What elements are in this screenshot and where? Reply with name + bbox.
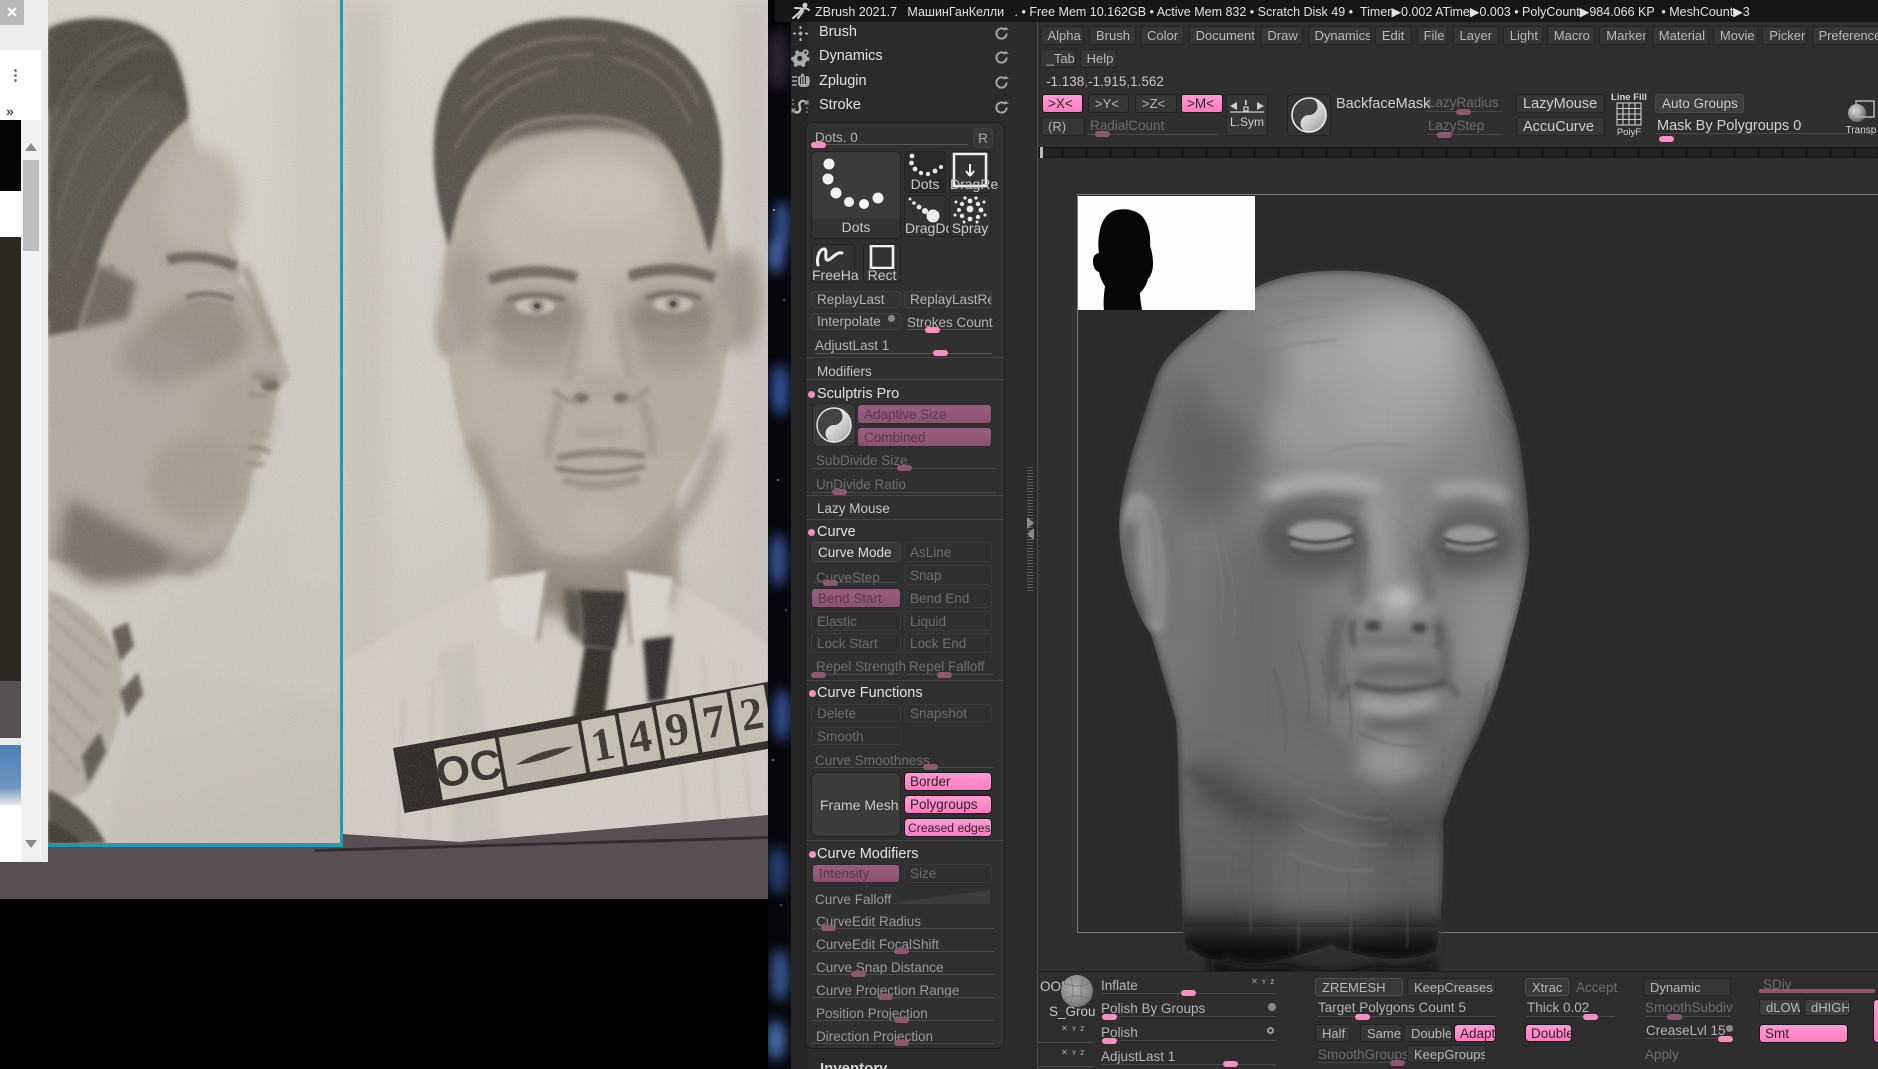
svg-text:PolyF: PolyF xyxy=(1617,127,1641,138)
svg-text:L.Sym: L.Sym xyxy=(1230,115,1264,129)
svg-text:Line Fill: Line Fill xyxy=(1611,92,1647,103)
svg-text:Transp: Transp xyxy=(1846,125,1877,136)
